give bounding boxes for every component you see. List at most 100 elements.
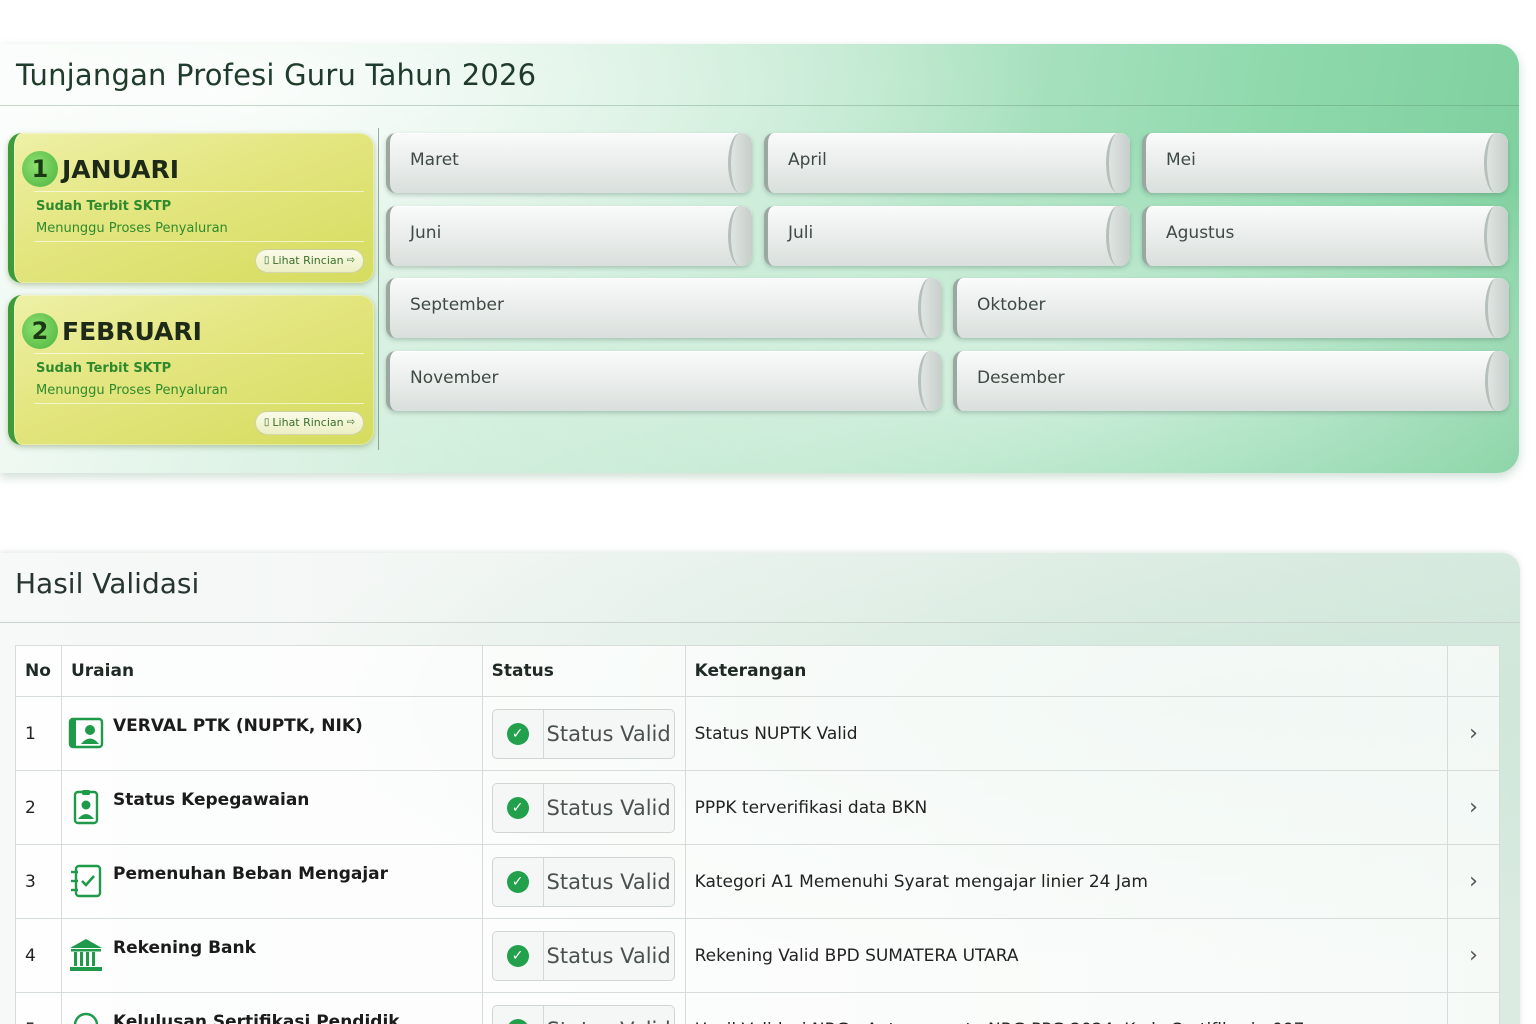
lihat-rincian-button[interactable]: ▯ Lihat Rincian ⇨ xyxy=(254,411,364,435)
row-keterangan: PPPK terverifikasi data BKN xyxy=(684,770,1449,845)
pill-cap xyxy=(1106,206,1130,266)
row-expand[interactable]: › xyxy=(1447,918,1500,993)
lihat-rincian-label: Lihat Rincian xyxy=(272,254,344,267)
status-valid-button[interactable]: ✓ Status Valid xyxy=(491,1004,675,1024)
row-keterangan: Status NUPTK Valid xyxy=(684,696,1449,771)
status-label: Status Valid xyxy=(544,1006,674,1024)
table-row[interactable]: 1 VERVAL PTK (NUPTK, NIK) ✓ Status Valid… xyxy=(15,696,1500,771)
month-pill-maret[interactable]: Maret xyxy=(386,133,752,193)
check-circle-icon: ✓ xyxy=(506,1018,529,1024)
lihat-rincian-button[interactable]: ▯ Lihat Rincian ⇨ xyxy=(254,249,364,273)
id-card-icon xyxy=(68,717,104,749)
check-circle-icon: ✓ xyxy=(506,944,529,967)
status-check: ✓ xyxy=(493,1005,544,1024)
table-header-row: No Uraian Status Keterangan xyxy=(15,645,1500,697)
status-valid-button[interactable]: ✓ Status Valid xyxy=(491,856,675,907)
pill-cap xyxy=(1484,206,1508,266)
month-pill-juni[interactable]: Juni xyxy=(386,206,752,266)
chevron-right-icon[interactable]: › xyxy=(1469,795,1478,820)
pill-cap xyxy=(918,278,942,338)
chevron-right-icon[interactable]: › xyxy=(1469,721,1478,746)
month-pill-oktober[interactable]: Oktober xyxy=(953,278,1509,338)
row-number: 2 xyxy=(15,770,62,845)
row-status: ✓ Status Valid xyxy=(481,844,686,919)
status-valid-button[interactable]: ✓ Status Valid xyxy=(491,782,675,833)
row-expand[interactable]: › xyxy=(1447,844,1500,919)
row-uraian: VERVAL PTK (NUPTK, NIK) xyxy=(60,696,483,771)
header-keterangan: Keterangan xyxy=(684,645,1449,697)
month-card-januari[interactable]: 1 JANUARI Sudah Terbit SKTP Menunggu Pro… xyxy=(8,133,374,283)
month-label: Juni xyxy=(410,223,442,243)
row-keterangan: Hasil Validasi NRG : Autogenerate NRG PP… xyxy=(684,992,1449,1024)
month-label: Oktober xyxy=(977,295,1046,315)
status-check: ✓ xyxy=(493,857,544,906)
tpg-panel: Tunjangan Profesi Guru Tahun 2026 1 JANU… xyxy=(0,44,1519,473)
table-row[interactable]: 5 Kelulusan Sertifikasi Pendidik ✓ Statu… xyxy=(15,992,1500,1024)
month-card-februari[interactable]: 2 FEBRUARI Sudah Terbit SKTP Menunggu Pr… xyxy=(8,295,374,445)
row-uraian-text: Kelulusan Sertifikasi Pendidik xyxy=(112,1012,400,1024)
document-icon: ▯ xyxy=(263,417,270,428)
card-divider xyxy=(34,191,364,192)
lihat-rincian-label: Lihat Rincian xyxy=(272,416,344,429)
card-divider xyxy=(34,403,364,404)
status-valid-button[interactable]: ✓ Status Valid xyxy=(491,708,675,759)
row-status: ✓ Status Valid xyxy=(481,770,686,845)
month-label: Maret xyxy=(410,150,459,170)
table-row[interactable]: 2 Status Kepegawaian ✓ Status Valid PPPK… xyxy=(15,770,1500,845)
status-label: Status Valid xyxy=(546,943,671,968)
certificate-icon xyxy=(73,1012,99,1024)
row-expand[interactable]: › xyxy=(1447,696,1500,771)
row-number: 1 xyxy=(15,696,62,771)
status-label: Status Valid xyxy=(546,721,671,746)
row-keterangan: Kategori A1 Memenuhi Syarat mengajar lin… xyxy=(684,844,1449,919)
header-action xyxy=(1447,645,1500,697)
hasil-validasi-title: Hasil Validasi xyxy=(15,567,200,600)
month-label: Mei xyxy=(1166,150,1196,170)
validation-table: No Uraian Status Keterangan 1 VERVAL PTK… xyxy=(15,645,1500,1024)
chevron-right-icon[interactable]: › xyxy=(1469,869,1478,894)
card-divider xyxy=(34,241,364,242)
row-status: ✓ Status Valid xyxy=(481,696,686,771)
chevron-right-icon[interactable]: › xyxy=(1469,1017,1478,1024)
row-expand[interactable]: › xyxy=(1447,770,1500,845)
row-uraian: Rekening Bank xyxy=(60,918,483,993)
row-uraian: Status Kepegawaian xyxy=(60,770,483,845)
month-pill-april[interactable]: April xyxy=(764,133,1130,193)
status-check: ✓ xyxy=(493,783,544,832)
document-icon: ▯ xyxy=(263,255,270,266)
row-uraian-text: Pemenuhan Beban Mengajar xyxy=(112,864,389,884)
month-pill-agustus[interactable]: Agustus xyxy=(1142,206,1508,266)
employee-badge-icon xyxy=(73,790,99,825)
check-circle-icon: ✓ xyxy=(506,722,529,745)
month-label: Desember xyxy=(977,368,1065,388)
chevron-right-icon[interactable]: › xyxy=(1469,943,1478,968)
row-number: 3 xyxy=(15,844,62,919)
month-name: JANUARI xyxy=(62,155,180,184)
month-number-badge: 1 xyxy=(22,151,58,187)
month-pill-desember[interactable]: Desember xyxy=(953,351,1509,411)
month-pill-mei[interactable]: Mei xyxy=(1142,133,1508,193)
month-pill-juli[interactable]: Juli xyxy=(764,206,1130,266)
row-expand[interactable]: › xyxy=(1447,992,1500,1024)
checklist-notebook-icon xyxy=(70,864,102,898)
table-row[interactable]: 4 Rekening Bank ✓ Status Valid Rekening … xyxy=(15,918,1500,993)
month-label: Juli xyxy=(788,223,814,243)
status-valid-button[interactable]: ✓ Status Valid xyxy=(491,930,675,981)
month-pill-november[interactable]: November xyxy=(386,351,942,411)
pill-cap xyxy=(1485,278,1509,338)
card-divider xyxy=(34,353,364,354)
status-label: Status Valid xyxy=(546,795,671,820)
status-label: Status Valid xyxy=(546,869,671,894)
table-row[interactable]: 3 Pemenuhan Beban Mengajar ✓ Status Vali… xyxy=(15,844,1500,919)
month-pill-september[interactable]: September xyxy=(386,278,942,338)
check-circle-icon: ✓ xyxy=(506,796,529,819)
month-label: November xyxy=(410,368,499,388)
row-uraian: Pemenuhan Beban Mengajar xyxy=(60,844,483,919)
month-number-badge: 2 xyxy=(22,313,58,349)
status-check: ✓ xyxy=(493,931,544,980)
vertical-divider xyxy=(378,128,379,450)
tpg-title: Tunjangan Profesi Guru Tahun 2026 xyxy=(16,58,537,92)
tpg-title-bar: Tunjangan Profesi Guru Tahun 2026 xyxy=(0,44,1519,106)
header-status: Status xyxy=(481,645,686,697)
pill-cap xyxy=(1485,351,1509,411)
